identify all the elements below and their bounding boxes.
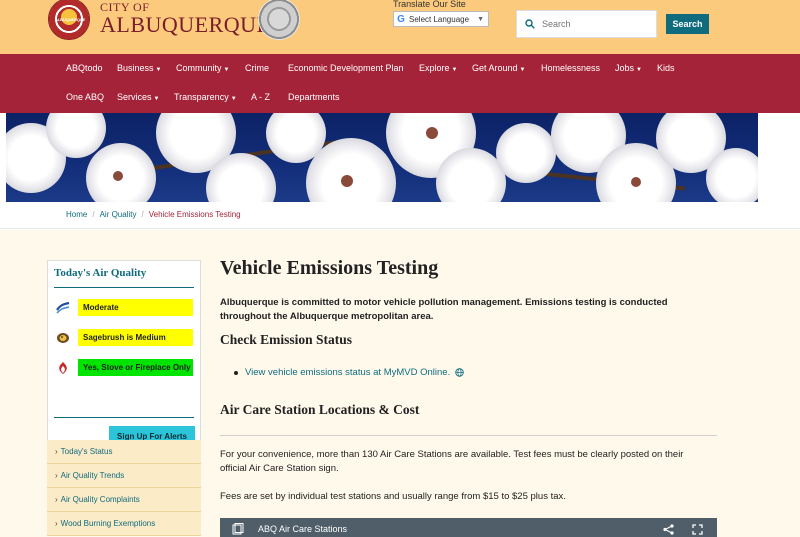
fire-icon bbox=[56, 361, 70, 375]
chevron-right-icon: › bbox=[55, 471, 58, 480]
nav-item-one-abq[interactable]: One ABQ bbox=[66, 92, 104, 102]
language-select[interactable]: G Select Language ▼ bbox=[393, 11, 489, 27]
nav-item-abqtodo[interactable]: ABQtodo bbox=[66, 63, 103, 73]
caret-down-icon: ▼ bbox=[155, 67, 162, 73]
breadcrumb-separator: / bbox=[141, 210, 144, 219]
hero-banner-blossoms bbox=[6, 113, 758, 202]
blossom-shape bbox=[706, 148, 758, 202]
side-menu-item-todays-status[interactable]: › Today's Status bbox=[47, 440, 201, 464]
nav-item-business[interactable]: Business ▼ bbox=[117, 63, 161, 73]
caret-down-icon: ▼ bbox=[451, 67, 458, 73]
heading-air-care-locations: Air Care Station Locations & Cost bbox=[220, 402, 420, 417]
heading-check-emission-status: Check Emission Status bbox=[220, 332, 353, 347]
nav-item-community[interactable]: Community ▼ bbox=[176, 63, 229, 73]
divider bbox=[54, 417, 194, 418]
side-menu: › Today's Status › Air Quality Trends › Air… bbox=[47, 440, 201, 536]
caret-down-icon: ▼ bbox=[636, 67, 642, 73]
city-name: ALBUQUERQUE bbox=[100, 12, 271, 37]
chevron-right-icon: › bbox=[55, 519, 58, 528]
caret-down-icon: ▼ bbox=[230, 96, 237, 102]
video-title[interactable]: ABQ Air Care Stations bbox=[258, 524, 347, 534]
nav-item-a-z[interactable]: A - Z bbox=[251, 92, 270, 102]
breadcrumb-air-quality[interactable]: Air Quality bbox=[100, 210, 137, 219]
caret-down-icon: ▼ bbox=[519, 67, 526, 73]
caret-down-icon: ▼ bbox=[223, 67, 230, 73]
divider bbox=[54, 287, 194, 288]
air-quality-row-pollen[interactable]: Sagebrush is Medium bbox=[56, 329, 193, 346]
nav-item-homelessness[interactable]: Homelessness bbox=[541, 63, 600, 73]
google-icon: G bbox=[397, 13, 405, 25]
video-controls bbox=[663, 523, 703, 535]
search-input[interactable] bbox=[542, 19, 642, 29]
air-quality-badge-moderate: Moderate bbox=[78, 299, 193, 316]
search-box[interactable] bbox=[516, 10, 657, 38]
caret-down-icon: ▼ bbox=[153, 96, 160, 102]
lead-paragraph: Albuquerque is committed to motor vehicl… bbox=[220, 297, 668, 322]
nav-item-services[interactable]: Services ▼ bbox=[117, 92, 159, 102]
logo-seal-text: ALBUQUERQUE bbox=[55, 17, 86, 22]
mymvd-status-link[interactable]: View vehicle emissions status at MyMVD O… bbox=[245, 367, 450, 378]
nav-item-get-around[interactable]: Get Around ▼ bbox=[472, 63, 526, 73]
chevron-right-icon: › bbox=[55, 495, 58, 504]
official-city-seal bbox=[258, 0, 300, 40]
breadcrumb: Home / Air Quality / Vehicle Emissions T… bbox=[0, 203, 800, 229]
side-menu-item-wood-burning-exemptions[interactable]: › Wood Burning Exemptions bbox=[47, 512, 201, 536]
blossom-center-shape bbox=[631, 177, 641, 187]
external-globe-icon bbox=[455, 368, 464, 377]
page-title: Vehicle Emissions Testing bbox=[220, 257, 439, 279]
fullscreen-icon[interactable] bbox=[692, 523, 703, 535]
translate-label: Translate Our Site bbox=[393, 0, 466, 9]
nav-item-economic-development-plan[interactable]: Economic Development Plan bbox=[288, 63, 404, 73]
breadcrumb-current: Vehicle Emissions Testing bbox=[148, 210, 241, 219]
blossom-center-shape bbox=[341, 175, 353, 187]
city-wordmark[interactable]: CITY OF ALBUQUERQUE bbox=[100, 0, 271, 37]
nav-item-explore[interactable]: Explore ▼ bbox=[419, 63, 457, 73]
nav-item-kids[interactable]: Kids bbox=[657, 63, 675, 73]
language-select-value: Select Language bbox=[409, 14, 470, 24]
air-quality-title: Today's Air Quality bbox=[54, 267, 147, 279]
air-quality-badge-burn: Yes, Stove or Fireplace Only bbox=[78, 359, 193, 376]
paragraph-air-care-stations: For your convenience, more than 130 Air … bbox=[220, 449, 684, 474]
nav-item-crime[interactable]: Crime bbox=[245, 63, 269, 73]
side-menu-item-air-quality-complaints[interactable]: › Air Quality Complaints bbox=[47, 488, 201, 512]
blossom-center-shape bbox=[113, 171, 123, 181]
search-icon bbox=[525, 19, 535, 29]
playlist-icon bbox=[232, 523, 244, 535]
divider bbox=[220, 435, 717, 436]
main-area: Today's Air Quality Moderate Sagebrush i… bbox=[0, 230, 800, 537]
blossom-shape bbox=[496, 123, 556, 183]
air-quality-widget: Today's Air Quality Moderate Sagebrush i… bbox=[47, 260, 201, 456]
bullet-icon bbox=[234, 370, 238, 375]
air-quality-badge-sagebrush: Sagebrush is Medium bbox=[78, 329, 193, 346]
wind-icon bbox=[56, 301, 70, 315]
nav-item-transparency[interactable]: Transparency ▼ bbox=[174, 92, 237, 102]
city-logo-seal[interactable]: ALBUQUERQUE bbox=[48, 0, 90, 40]
nav-item-departments[interactable]: Departments bbox=[288, 92, 340, 102]
dropdown-arrow-icon: ▼ bbox=[477, 15, 484, 23]
site-header: ALBUQUERQUE CITY OF ALBUQUERQUE Translat… bbox=[0, 0, 800, 54]
breadcrumb-home[interactable]: Home bbox=[66, 210, 87, 219]
blossom-center-shape bbox=[426, 127, 438, 139]
main-nav: ABQtodo Business ▼ Community ▼ Crime Econo… bbox=[0, 54, 800, 113]
air-quality-row-burn[interactable]: Yes, Stove or Fireplace Only bbox=[56, 359, 193, 376]
pollen-icon bbox=[56, 331, 70, 345]
share-icon[interactable] bbox=[663, 523, 674, 535]
air-quality-row-ozone[interactable]: Moderate bbox=[56, 299, 193, 316]
search-button[interactable]: Search bbox=[666, 14, 709, 34]
side-menu-item-air-quality-trends[interactable]: › Air Quality Trends bbox=[47, 464, 201, 488]
nav-item-jobs[interactable]: Jobs ▼ bbox=[615, 63, 642, 73]
list-item: View vehicle emissions status at MyMVD O… bbox=[234, 367, 464, 378]
chevron-right-icon: › bbox=[55, 447, 58, 456]
breadcrumb-separator: / bbox=[92, 210, 95, 219]
embedded-video-header[interactable]: ABQ Air Care Stations bbox=[220, 518, 717, 537]
paragraph-fees: Fees are set by individual test stations… bbox=[220, 491, 566, 502]
